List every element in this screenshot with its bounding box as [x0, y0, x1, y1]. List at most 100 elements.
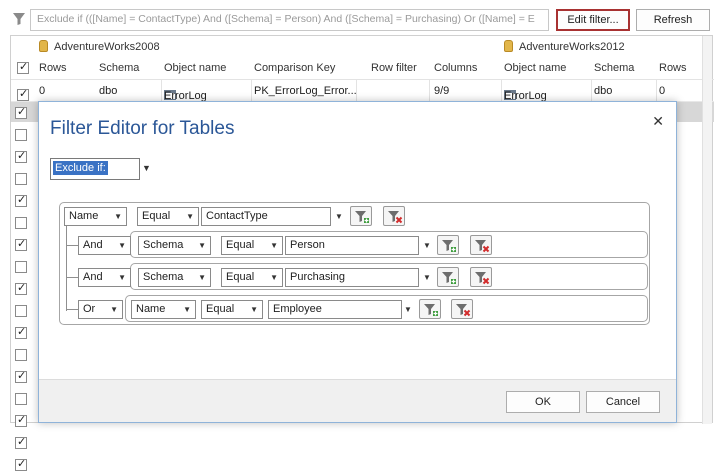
remove-condition-button[interactable]	[383, 206, 405, 226]
add-condition-button[interactable]	[437, 235, 459, 255]
col-comparison-key[interactable]: Comparison Key	[254, 62, 335, 74]
row-checkbox[interactable]	[15, 173, 27, 185]
row-checkbox[interactable]	[15, 193, 27, 207]
row-checkbox[interactable]	[15, 305, 27, 317]
row-checkbox[interactable]	[15, 149, 27, 163]
filter-toolbar: Exclude if (([Name] = ContactType) And (…	[0, 0, 723, 38]
chevron-down-icon[interactable]: ▼	[404, 305, 412, 314]
row-checkbox[interactable]	[15, 393, 27, 405]
field-select[interactable]: Schema ▼	[138, 236, 211, 255]
chevron-down-icon[interactable]: ▼	[335, 212, 343, 221]
chevron-down-icon: ▼	[118, 273, 126, 282]
tree-connector	[66, 225, 67, 311]
refresh-button[interactable]: Refresh	[636, 9, 710, 31]
filter-add-icon	[355, 211, 369, 223]
cancel-button[interactable]: Cancel	[586, 391, 660, 413]
row-checkbox[interactable]	[15, 413, 27, 427]
cell-schema-right: dbo	[594, 85, 613, 97]
operator-select[interactable]: Equal ▼	[221, 268, 283, 287]
filter-mode-value: Exclude if:	[53, 161, 108, 175]
ok-button[interactable]: OK	[506, 391, 580, 413]
connector-select[interactable]: And ▼	[78, 236, 131, 255]
chevron-down-icon: ▼	[114, 212, 122, 221]
filter-add-icon	[442, 240, 456, 252]
operator-select[interactable]: Equal ▼	[137, 207, 199, 226]
filter-add-icon	[442, 272, 456, 284]
field-select[interactable]: Name ▼	[131, 300, 196, 319]
value-input[interactable]: ContactType	[201, 207, 331, 226]
remove-condition-button[interactable]	[451, 299, 473, 319]
col-object-name-right[interactable]: Object name	[504, 62, 566, 74]
remove-condition-button[interactable]	[470, 267, 492, 287]
add-condition-button[interactable]	[437, 267, 459, 287]
row-checkbox[interactable]	[15, 281, 27, 295]
close-icon[interactable]: ✕	[652, 113, 664, 130]
cell-columns: 9/9	[434, 85, 450, 97]
row-checkbox[interactable]	[15, 325, 27, 339]
row-checkbox[interactable]	[15, 105, 27, 119]
db-left-header: AdventureWorks2008	[39, 36, 160, 58]
table-row[interactable]: 0 dbo ErrorLog PK_ErrorLog_Error... 9/9 …	[11, 80, 714, 102]
col-object-name[interactable]: Object name	[164, 62, 226, 74]
chevron-down-icon: ▼	[198, 241, 206, 250]
database-icon	[504, 40, 513, 52]
filter-mode-select[interactable]: Exclude if: ▼	[50, 158, 151, 180]
chevron-down-icon: ▼	[183, 305, 191, 314]
operator-select[interactable]: Equal ▼	[201, 300, 263, 319]
col-schema-right[interactable]: Schema	[594, 62, 634, 74]
row-checkbox[interactable]	[15, 369, 27, 383]
row-checkbox[interactable]	[15, 457, 27, 471]
row-checkbox[interactable]	[15, 129, 27, 141]
db-left-label: AdventureWorks2008	[54, 41, 160, 53]
filter-remove-icon	[475, 240, 490, 253]
row-checkbox[interactable]	[15, 237, 27, 251]
chevron-down-icon[interactable]: ▼	[423, 241, 431, 250]
value-input[interactable]: Purchasing	[285, 268, 419, 287]
row-checkbox[interactable]	[15, 349, 27, 361]
edit-filter-button[interactable]: Edit filter...	[556, 9, 630, 31]
col-rows[interactable]: Rows	[39, 62, 67, 74]
chevron-down-icon: ▼	[186, 212, 194, 221]
operator-select[interactable]: Equal ▼	[221, 236, 283, 255]
value-input[interactable]: Employee	[268, 300, 402, 319]
add-condition-button[interactable]	[419, 299, 441, 319]
column-header-row: Rows Schema Object name Comparison Key R…	[11, 58, 714, 80]
chevron-down-icon[interactable]: ▼	[142, 163, 151, 173]
chevron-down-icon[interactable]: ▼	[423, 273, 431, 282]
value-input[interactable]: Person	[285, 236, 419, 255]
row-checkbox[interactable]	[15, 261, 27, 273]
filter-editor-dialog: Filter Editor for Tables ✕ Exclude if: ▼…	[38, 101, 677, 423]
connector-select[interactable]: Or ▼	[78, 300, 123, 319]
row-checkbox-column	[15, 58, 29, 471]
field-select[interactable]: Name ▼	[64, 207, 127, 226]
chevron-down-icon: ▼	[270, 241, 278, 250]
col-columns[interactable]: Columns	[434, 62, 477, 74]
cell-rows-right: 0	[659, 85, 666, 97]
add-condition-button[interactable]	[350, 206, 372, 226]
row-checkbox[interactable]	[15, 217, 27, 229]
field-select[interactable]: Schema ▼	[138, 268, 211, 287]
filter-expression-field[interactable]: Exclude if (([Name] = ContactType) And (…	[30, 9, 549, 31]
filter-add-icon	[424, 304, 438, 316]
chevron-down-icon: ▼	[270, 273, 278, 282]
remove-condition-button[interactable]	[470, 235, 492, 255]
chevron-down-icon: ▼	[198, 273, 206, 282]
col-row-filter[interactable]: Row filter	[371, 62, 417, 74]
chevron-down-icon: ▼	[118, 241, 126, 250]
dialog-title: Filter Editor for Tables	[50, 118, 235, 139]
vertical-scrollbar[interactable]	[702, 36, 712, 424]
dialog-footer: OK Cancel	[39, 379, 676, 422]
filter-remove-icon	[456, 304, 471, 317]
col-schema[interactable]: Schema	[99, 62, 139, 74]
row-checkbox[interactable]	[15, 435, 27, 449]
filter-remove-icon	[475, 272, 490, 285]
chevron-down-icon: ▼	[250, 305, 258, 314]
connector-select[interactable]: And ▼	[78, 268, 131, 287]
cell-comparison-key: PK_ErrorLog_Error...	[254, 85, 357, 97]
col-rows-right[interactable]: Rows	[659, 62, 687, 74]
cell-schema: dbo	[99, 85, 118, 97]
cell-rows: 0	[39, 85, 46, 97]
db-right-label: AdventureWorks2012	[519, 41, 625, 53]
filter-icon	[13, 13, 25, 25]
chevron-down-icon: ▼	[110, 305, 118, 314]
